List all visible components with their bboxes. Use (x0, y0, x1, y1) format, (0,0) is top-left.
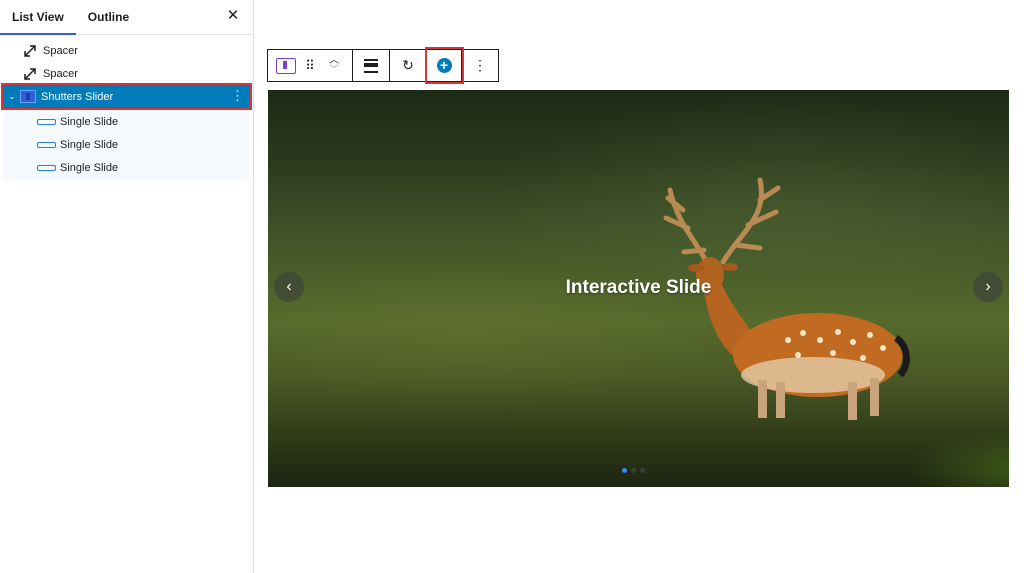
spacer-icon (21, 65, 39, 83)
previous-slide-button[interactable]: ‹ (274, 272, 304, 302)
toolbar-group-add: + (425, 47, 464, 84)
block-type-icon (276, 57, 296, 74)
chevron-right-icon: › (985, 278, 991, 295)
spacer-icon (21, 42, 39, 60)
block-toolbar: ⠿ ︿ ﹀ ↻ + ⋮ (267, 47, 499, 84)
tab-outline[interactable]: Outline (76, 0, 141, 34)
next-slide-button[interactable]: › (973, 272, 1003, 302)
list-item-label: Spacer (43, 67, 78, 80)
move-up-down-button[interactable]: ︿ ﹀ (322, 54, 346, 78)
pagination-dot[interactable] (622, 468, 627, 473)
slide-icon (37, 118, 56, 125)
move-down-icon[interactable]: ﹀ (329, 65, 339, 76)
shutters-slider[interactable]: Interactive Slide ‹ › (268, 90, 1009, 487)
list-item-label: Single Slide (60, 138, 119, 151)
toolbar-group-more: ⋮ (462, 50, 498, 81)
drag-handle-icon: ⠿ (305, 57, 315, 73)
rotate-button[interactable]: ↻ (396, 54, 420, 78)
more-options-icon: ⋮ (473, 57, 487, 73)
slider-children: Single Slide Single Slide Single Slide (3, 110, 250, 179)
list-item-spacer[interactable]: Spacer (0, 62, 253, 85)
slide-title: Interactive Slide (565, 277, 712, 298)
slide-icon (37, 164, 56, 171)
list-item-shutters-slider[interactable]: ⌄ Shutters Slider ⋮ (1, 83, 252, 110)
toolbar-group-align (353, 50, 390, 81)
pagination-dot[interactable] (640, 468, 645, 473)
list-item-label: Single Slide (60, 115, 119, 128)
more-options-button[interactable]: ⋮ (468, 54, 492, 78)
align-icon (364, 58, 378, 73)
drag-handle-button[interactable]: ⠿ (298, 54, 322, 78)
rotate-icon: ↻ (402, 57, 414, 73)
deer-image (663, 177, 910, 420)
list-item-single-slide[interactable]: Single Slide (3, 133, 250, 156)
list-item-label: Spacer (43, 44, 78, 57)
options-icon[interactable]: ⋮ (231, 88, 244, 104)
tab-list-view[interactable]: List View (0, 0, 76, 35)
close-icon[interactable]: ✕ (225, 8, 241, 24)
list-item-spacer[interactable]: Spacer (0, 39, 253, 62)
block-type-button[interactable] (274, 54, 298, 78)
list-item-label: Single Slide (60, 161, 119, 174)
toolbar-group-block: ⠿ ︿ ﹀ (268, 50, 353, 81)
slider-block-icon (19, 90, 37, 104)
chevron-down-icon[interactable]: ⌄ (5, 92, 19, 101)
add-slide-button[interactable]: + (432, 54, 456, 78)
list-view-sidebar: List View Outline ✕ Spacer Spacer ⌄ Shut… (0, 0, 254, 573)
slide-pagination (622, 468, 645, 473)
block-tree: Spacer Spacer ⌄ Shutters Slider ⋮ Single… (0, 35, 253, 179)
move-up-icon[interactable]: ︿ (329, 55, 339, 66)
chevron-left-icon: ‹ (286, 278, 292, 295)
pagination-dot[interactable] (631, 468, 636, 473)
toolbar-group-rotate: ↻ (390, 50, 427, 81)
add-slide-icon: + (436, 58, 452, 73)
align-button[interactable] (359, 54, 383, 78)
slide-icon (37, 141, 56, 148)
list-item-single-slide[interactable]: Single Slide (3, 110, 250, 133)
list-item-label: Shutters Slider (41, 90, 114, 103)
list-item-single-slide[interactable]: Single Slide (3, 156, 250, 179)
sidebar-tabs: List View Outline ✕ (0, 0, 253, 35)
